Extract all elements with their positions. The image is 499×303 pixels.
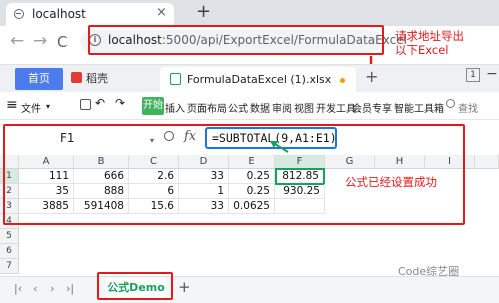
ribbon-tab-page-layout[interactable]: 页面布局: [187, 100, 227, 115]
ribbon-tab-data[interactable]: 数据: [250, 100, 270, 115]
ribbon-tab-insert[interactable]: 插入: [165, 100, 185, 115]
ribbon-tab-formula[interactable]: 公式: [228, 100, 248, 115]
file-menu[interactable]: 文件: [21, 100, 41, 115]
file-tab[interactable]: FormulaDataExcel (1).xlsx: [160, 67, 356, 92]
file-tab-title: FormulaDataExcel (1).xlsx: [187, 73, 332, 86]
prev-sheet-icon[interactable]: ‹: [33, 282, 37, 295]
forward-icon[interactable]: →: [33, 31, 47, 51]
url-annotation: 请求地址导出 以下Excel: [395, 29, 464, 57]
minimize-icon[interactable]: −: [486, 66, 498, 82]
search-label[interactable]: 查找: [458, 100, 478, 115]
url-highlight-box: [88, 25, 384, 55]
ribbon-tab-view[interactable]: 视图: [294, 100, 314, 115]
last-sheet-icon[interactable]: ›|: [66, 282, 74, 295]
spreadsheet-icon: [170, 73, 181, 85]
ribbon-tab-smart-tools[interactable]: 智能工具箱: [394, 100, 444, 115]
browser-tab[interactable]: localhost ×: [6, 3, 174, 26]
docer-icon: [71, 72, 82, 83]
column-header-extra[interactable]: [475, 155, 499, 169]
ribbon-tab-developer[interactable]: 开发工具: [316, 100, 356, 115]
window-count-badge[interactable]: 1: [466, 68, 480, 82]
row-header-7[interactable]: 7: [0, 259, 19, 274]
row-header-6[interactable]: 6: [0, 244, 19, 259]
new-file-tab-button[interactable]: +: [365, 67, 378, 86]
ribbon-tab-member[interactable]: 会员专享: [352, 100, 392, 115]
new-tab-button[interactable]: +: [196, 1, 211, 22]
home-tab[interactable]: 首页: [15, 68, 63, 90]
undo-icon[interactable]: ↶: [95, 96, 105, 110]
browser-tab-title: localhost: [32, 7, 86, 21]
reload-icon[interactable]: C: [57, 33, 67, 51]
docer-tab-label: 稻壳: [86, 72, 108, 85]
ribbon-tab-review[interactable]: 审阅: [272, 100, 292, 115]
next-sheet-icon[interactable]: ›: [50, 282, 54, 295]
sheet-tab-bar: [0, 276, 499, 303]
grid-annotation: 公式已经设置成功: [345, 175, 437, 189]
unsaved-dot-icon: [340, 78, 345, 83]
docer-tab[interactable]: 稻壳: [71, 70, 108, 86]
menu-icon[interactable]: ≡: [6, 97, 18, 113]
row-header-5[interactable]: 5: [0, 229, 19, 244]
redo-icon[interactable]: ↷: [115, 96, 125, 110]
close-tab-icon[interactable]: ×: [156, 5, 167, 20]
globe-icon: [14, 9, 24, 19]
chevron-down-icon[interactable]: ▾: [46, 102, 50, 111]
search-icon[interactable]: [446, 99, 455, 108]
save-icon[interactable]: [80, 99, 91, 110]
sheet-tab-highlight-box: [97, 272, 173, 300]
add-sheet-button[interactable]: +: [178, 278, 191, 296]
back-icon[interactable]: ←: [10, 31, 24, 51]
first-sheet-icon[interactable]: |‹: [14, 282, 22, 295]
ribbon-tab-start[interactable]: 开始: [142, 97, 164, 115]
